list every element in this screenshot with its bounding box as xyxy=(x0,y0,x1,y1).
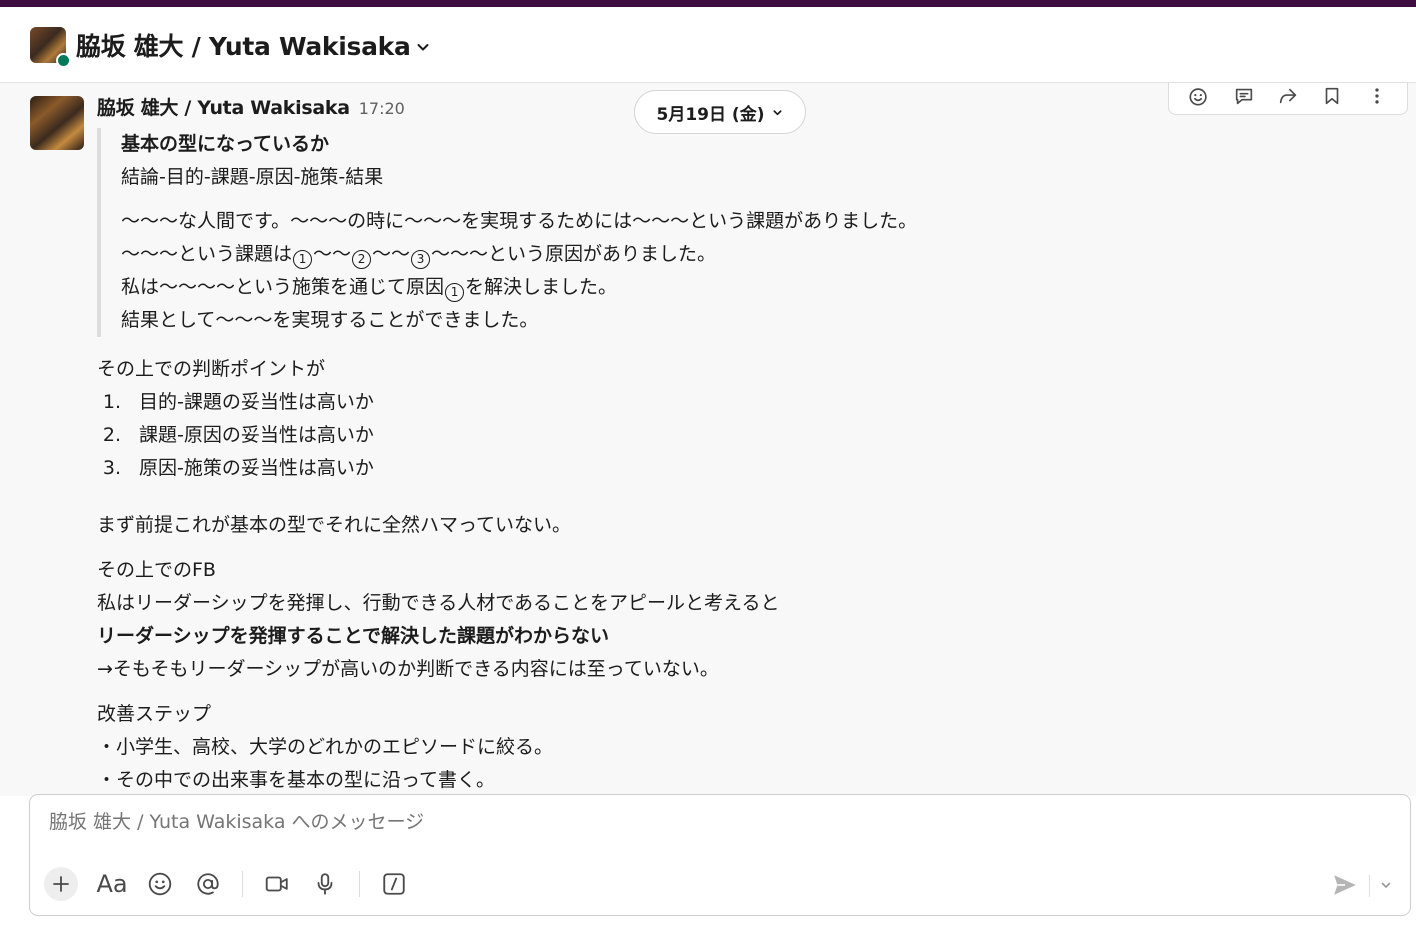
fb-heading: その上でのFB xyxy=(97,559,216,581)
emoji-icon xyxy=(148,872,172,896)
circled-number: 1 xyxy=(293,250,313,269)
message-body: 基本の型になっているか 結論-目的-課題-原因-施策-結果 〜〜〜な人間です。〜… xyxy=(97,128,1157,796)
composer-toolbar: Aa xyxy=(44,866,422,902)
quote-title: 基本の型になっているか xyxy=(121,133,330,155)
fb-text: 私はリーダーシップを発揮し、行動できる人材であることをアピールと考えると xyxy=(97,592,780,614)
add-reaction-icon[interactable] xyxy=(1187,84,1211,108)
attach-button[interactable] xyxy=(44,867,78,901)
plus-icon xyxy=(53,876,69,892)
slash-command-icon xyxy=(383,873,405,895)
reply-in-thread-icon[interactable] xyxy=(1232,84,1256,108)
shortcuts-button[interactable] xyxy=(374,866,414,902)
circled-number: 1 xyxy=(445,283,465,302)
emoji-button[interactable] xyxy=(140,866,180,902)
forward-icon[interactable] xyxy=(1276,84,1300,108)
blockquote: 基本の型になっているか 結論-目的-課題-原因-施策-結果 〜〜〜な人間です。〜… xyxy=(97,128,1157,337)
steps-heading: 改善ステップ xyxy=(97,703,212,725)
message-author-avatar[interactable] xyxy=(30,96,84,150)
fb-text: →そもそもリーダーシップが高いのか判断できる内容には至っていない。 xyxy=(97,658,719,680)
message-input[interactable] xyxy=(49,811,1349,833)
step-item: ・その中での出来事を基本の型に沿って書く。 xyxy=(97,769,496,791)
mention-button[interactable] xyxy=(188,866,228,902)
chevron-down-icon xyxy=(773,109,783,115)
toolbar-divider xyxy=(359,871,360,897)
quote-line: 結果として〜〜〜を実現することができました。 xyxy=(121,309,539,331)
quote-line: 〜〜〜な人間です。〜〜〜の時に〜〜〜を実現するためには〜〜〜という課題がありまし… xyxy=(121,210,918,232)
judgment-points-list: 1. 目的-課題の妥当性は高いか 2. 課題-原因の妥当性は高いか 3. 原因-施策の… xyxy=(97,386,1157,485)
formatting-icon: Aa xyxy=(96,870,128,898)
chevron-down-icon[interactable] xyxy=(415,39,431,55)
fb-bold-text: リーダーシップを発揮することで解決した課題がわからない xyxy=(97,625,610,647)
premise-text: まず前提これが基本の型でそれに全然ハマっていない。 xyxy=(97,514,572,536)
toolbar-divider xyxy=(242,871,243,897)
microphone-icon xyxy=(317,873,333,895)
formatting-button[interactable]: Aa xyxy=(92,866,132,902)
conversation-title[interactable]: 脇坂 雄大 / Yuta Wakisaka xyxy=(76,27,411,63)
send-button[interactable] xyxy=(1330,871,1360,899)
workspace-top-bar xyxy=(0,0,1416,7)
send-icon xyxy=(1334,875,1356,895)
message-list[interactable]: 脇坂 雄大 / Yuta Wakisaka 17:20 5月19日 (金) 基本… xyxy=(0,83,1416,796)
video-clip-button[interactable] xyxy=(257,866,297,902)
at-sign-icon xyxy=(197,873,219,895)
message-composer: Aa xyxy=(29,794,1411,916)
chevron-down-icon xyxy=(1381,882,1391,888)
send-divider xyxy=(1369,875,1370,897)
quote-structure: 結論-目的-課題-原因-施策-結果 xyxy=(121,166,384,188)
more-actions-icon[interactable] xyxy=(1365,84,1389,108)
schedule-send-button[interactable] xyxy=(1376,875,1396,895)
presence-indicator xyxy=(56,52,71,68)
quote-line: 〜〜〜という課題は 1 〜〜 2 〜〜 3 〜〜〜という原因がありました。 xyxy=(121,238,1157,271)
step-item: ・小学生、高校、大学のどれかのエピソードに絞る。 xyxy=(97,736,554,758)
circled-number: 3 xyxy=(411,250,431,269)
message-header: 脇坂 雄大 / Yuta Wakisaka 17:20 xyxy=(97,93,405,120)
message-author-name[interactable]: 脇坂 雄大 / Yuta Wakisaka xyxy=(97,93,350,120)
audio-clip-button[interactable] xyxy=(305,866,345,902)
list-item: 3. 原因-施策の妥当性は高いか xyxy=(102,457,374,479)
bookmark-icon[interactable] xyxy=(1320,84,1344,108)
video-camera-icon xyxy=(265,876,288,892)
channel-header: 脇坂 雄大 / Yuta Wakisaka xyxy=(0,7,1416,83)
date-divider-label: 5月19日 (金) xyxy=(656,104,765,125)
list-item: 2. 課題-原因の妥当性は高いか xyxy=(102,424,374,446)
message-timestamp[interactable]: 17:20 xyxy=(359,99,405,118)
list-item: 1. 目的-課題の妥当性は高いか xyxy=(102,391,374,413)
message-actions-toolbar xyxy=(1168,83,1408,115)
points-intro: その上での判断ポイントが xyxy=(97,358,326,380)
quote-line: 私は〜〜〜〜という施策を通じて原因 1 を解決しました。 xyxy=(121,271,1157,304)
circled-number: 2 xyxy=(352,250,372,269)
header-avatar[interactable] xyxy=(30,26,71,68)
